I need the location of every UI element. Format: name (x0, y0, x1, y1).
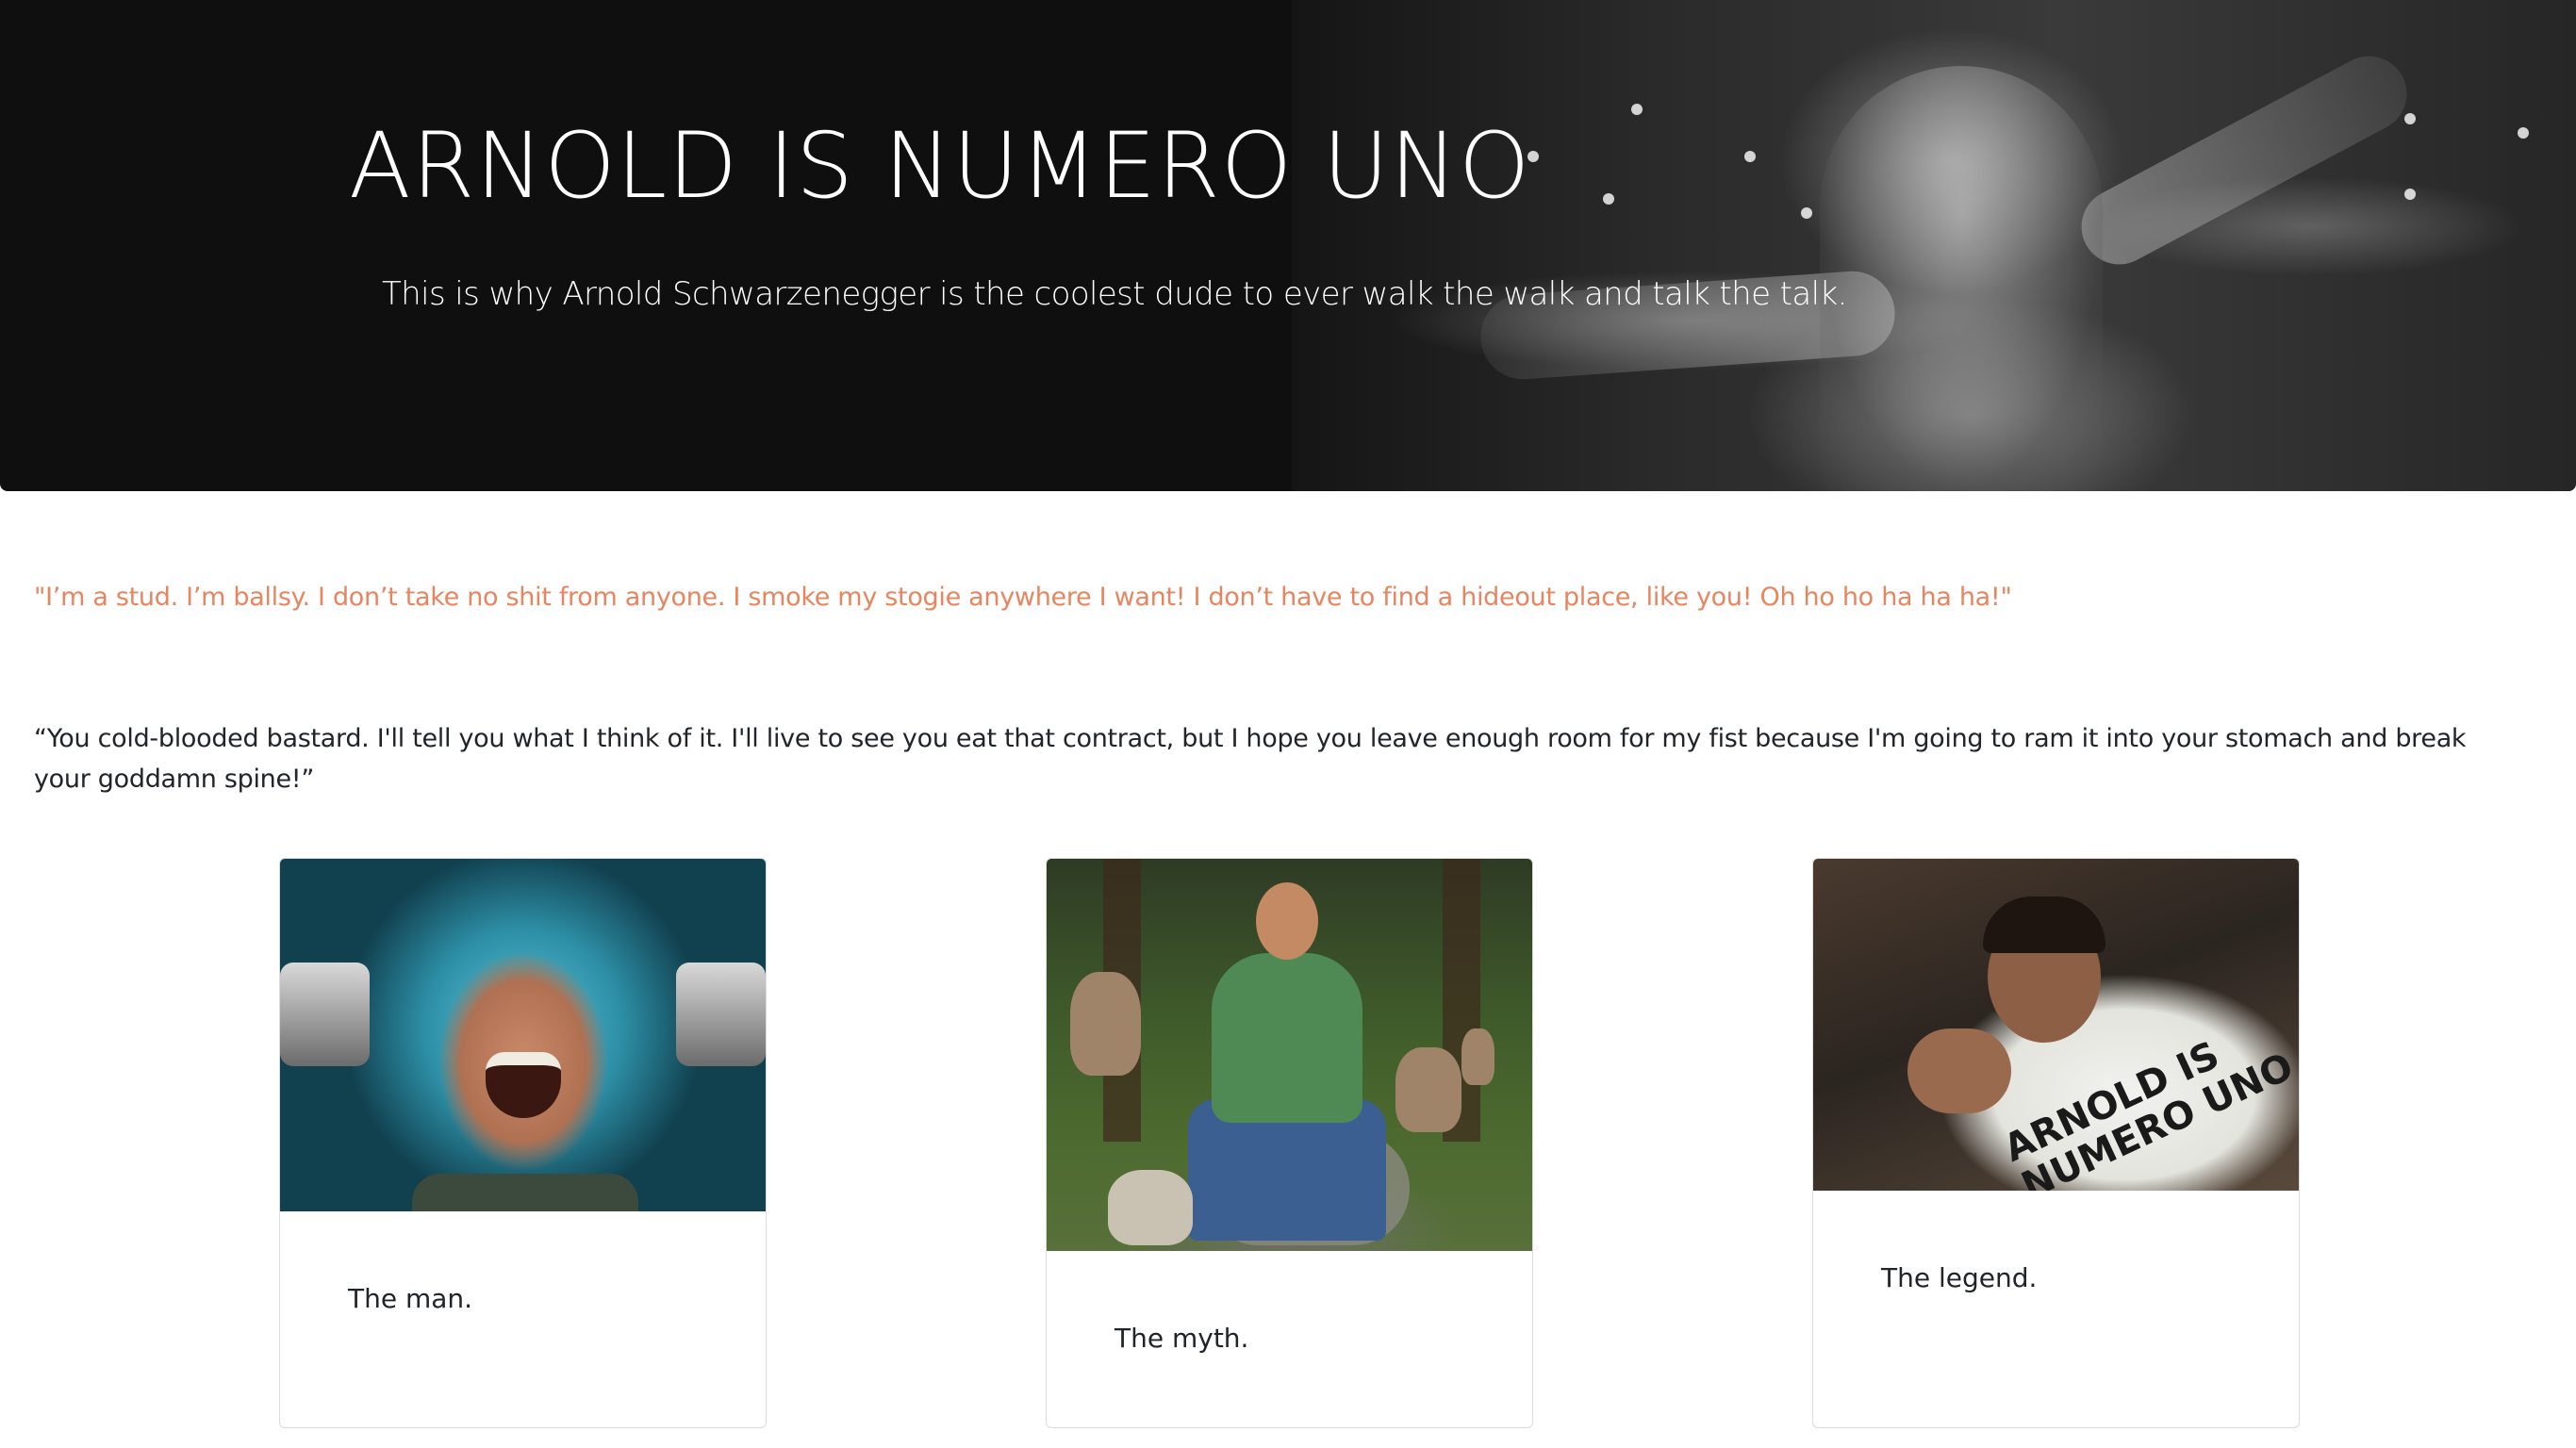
card-image-myth (1047, 859, 1532, 1251)
person-hand (1907, 1028, 2011, 1113)
page-title: ARNOLD IS NUMERO UNO (349, 113, 1531, 219)
rabbit (1461, 1028, 1494, 1085)
arena-light (1801, 207, 1812, 219)
hero-banner: ARNOLD IS NUMERO UNO This is why Arnold … (0, 0, 2576, 491)
arena-light (2404, 189, 2416, 200)
arena-light (1603, 193, 1614, 205)
deer (1070, 972, 1141, 1076)
wolf (1108, 1170, 1193, 1245)
arena-light (1631, 104, 1643, 115)
quote-highlighted: "I’m a stud. I’m ballsy. I don’t take no… (34, 583, 2012, 612)
arena-light (1744, 151, 1756, 162)
card-caption: The legend. (1881, 1262, 2038, 1293)
hero-bodybuilder-photo (1292, 0, 2576, 491)
card-caption: The man. (348, 1283, 473, 1314)
card-image-man (280, 859, 766, 1211)
card-caption: The myth. (1115, 1323, 1249, 1354)
arena-light (2404, 113, 2416, 124)
card-the-myth: The myth. (1046, 858, 1533, 1428)
arena-light (2518, 127, 2529, 139)
machine-cap-left (280, 963, 370, 1066)
machine-cap-right (676, 963, 766, 1066)
coyote (1395, 1047, 1461, 1132)
screaming-mouth (486, 1052, 561, 1118)
quote-plain: “You cold-blooded bastard. I'll tell you… (34, 724, 2467, 794)
shirt-collar (412, 1174, 638, 1211)
bodybuilder-arm-right (2068, 42, 2420, 278)
page-subtitle: This is why Arnold Schwarzenegger is the… (382, 275, 1847, 313)
person-head (1256, 882, 1318, 960)
person-shirt (1212, 953, 1362, 1123)
person-hair (1983, 897, 2105, 953)
card-the-legend: ARNOLD IS NUMERO UNO The legend. (1812, 858, 2300, 1428)
bodybuilder-figure (1820, 66, 2103, 491)
card-the-man: The man. (279, 858, 767, 1428)
card-image-legend: ARNOLD IS NUMERO UNO (1813, 859, 2299, 1191)
